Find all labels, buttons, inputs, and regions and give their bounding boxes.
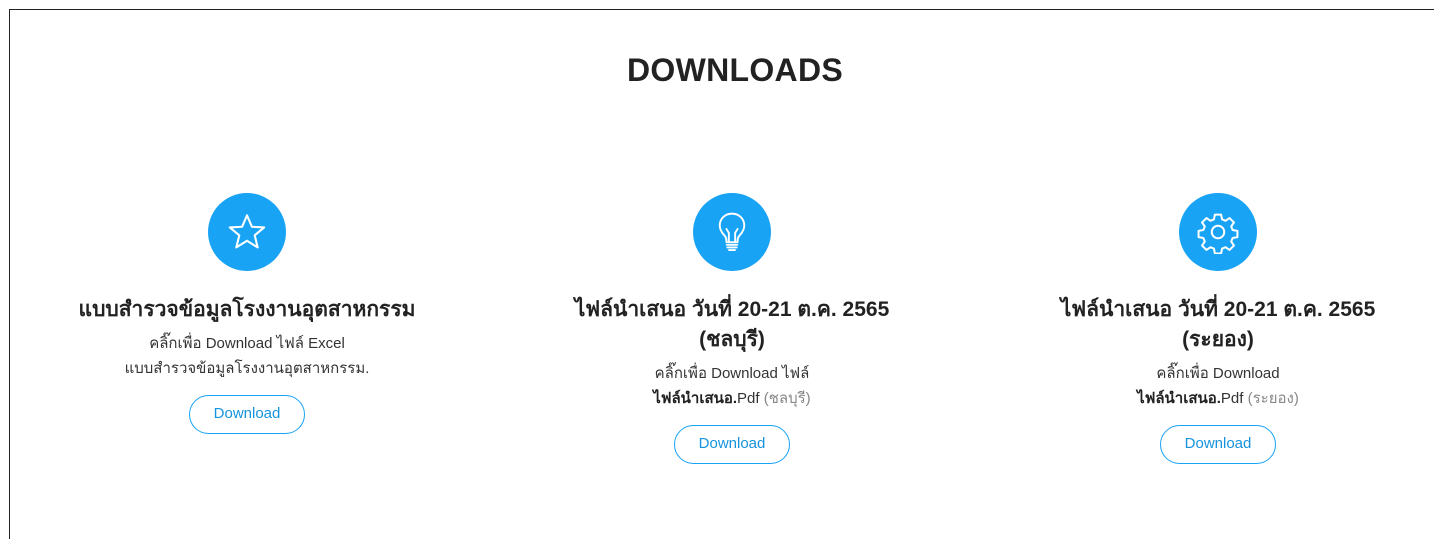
card-description-file: ไฟล์นำเสนอ.Pdf (ระยอง) [1008, 386, 1428, 411]
card-description: คลิ๊กเพื่อ Download ไฟล์ [654, 365, 810, 382]
download-button-survey[interactable]: Download [189, 395, 305, 434]
card-title: ไฟล์นำเสนอ วันที่ 20-21 ต.ค. 2565 [574, 298, 890, 321]
card-description: คลิ๊กเพื่อ Download [1156, 365, 1280, 382]
download-button-chonburi[interactable]: Download [674, 425, 790, 464]
file-extension: Pdf [737, 390, 760, 407]
gear-icon [1179, 193, 1257, 271]
card-title: แบบสำรวจข้อมูลโรงงานอุตสาหกรรม [78, 298, 416, 321]
card-description-file: ไฟล์นำเสนอ.Pdf (ชลบุรี) [522, 386, 942, 411]
star-icon [208, 193, 286, 271]
card-title-location: (ชลบุรี) [699, 328, 765, 351]
download-card-survey: แบบสำรวจข้อมูลโรงงานอุตสาหกรรม คลิ๊กเพื่… [37, 193, 457, 434]
card-title-location: (ระยอง) [1182, 328, 1254, 351]
download-card-rayong: ไฟล์นำเสนอ วันที่ 20-21 ต.ค. 2565 (ระยอง… [1008, 193, 1428, 464]
card-title: ไฟล์นำเสนอ วันที่ 20-21 ต.ค. 2565 [1060, 298, 1376, 321]
download-button-rayong[interactable]: Download [1160, 425, 1276, 464]
file-extension: Pdf [1220, 390, 1244, 407]
card-description-file: แบบสำรวจข้อมูลโรงงานอุตสาหกรรม. [124, 360, 370, 377]
file-location: (ระยอง) [1247, 390, 1299, 407]
page-title: DOWNLOADS [626, 52, 843, 88]
download-card-chonburi: ไฟล์นำเสนอ วันที่ 20-21 ต.ค. 2565 (ชลบุร… [522, 193, 942, 464]
file-location: (ชลบุรี) [763, 390, 811, 407]
lightbulb-icon [693, 193, 771, 271]
card-description: คลิ๊กเพื่อ Download ไฟล์ Excel [149, 335, 345, 352]
file-name-bold: ไฟล์นำเสนอ. [653, 390, 738, 407]
file-name-bold: ไฟล์นำเสนอ. [1137, 390, 1221, 407]
